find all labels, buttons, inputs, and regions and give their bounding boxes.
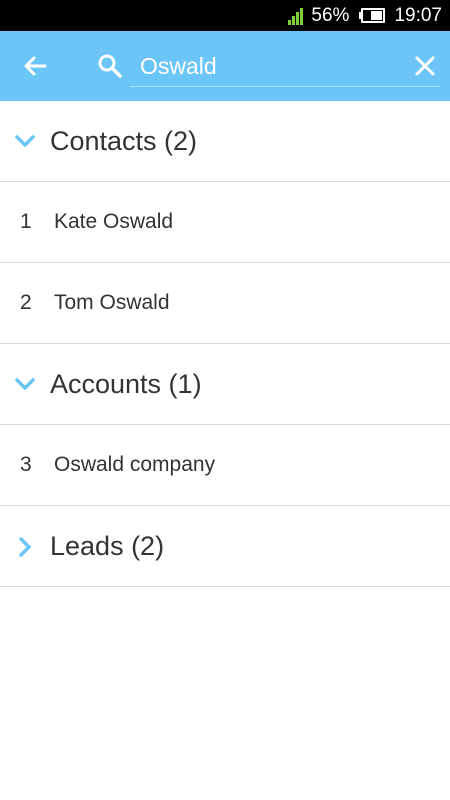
- section-title: Leads (2): [50, 530, 165, 561]
- list-item-kate-oswald[interactable]: 1 Kate Oswald: [0, 182, 450, 263]
- list-item-oswald-company[interactable]: 3 Oswald company: [0, 425, 450, 506]
- search-icon: [98, 54, 122, 78]
- signal-icon: [288, 7, 304, 25]
- section-header-accounts[interactable]: Accounts (1): [0, 344, 450, 425]
- status-time: 19:07: [394, 4, 442, 26]
- back-arrow-icon[interactable]: [20, 51, 50, 81]
- search-toolbar: [0, 31, 450, 101]
- chevron-down-icon: [15, 378, 35, 390]
- section-header-contacts[interactable]: Contacts (2): [0, 101, 450, 182]
- item-number: 3: [20, 453, 32, 476]
- list-item-tom-oswald[interactable]: 2 Tom Oswald: [0, 263, 450, 344]
- chevron-down-icon: [15, 135, 35, 147]
- chevron-right-icon: [19, 537, 31, 557]
- section-header-leads[interactable]: Leads (2): [0, 506, 450, 587]
- results-list: Contacts (2) 1 Kate Oswald 2 Tom Oswald …: [0, 101, 450, 587]
- search-input[interactable]: [130, 47, 440, 87]
- item-number: 2: [20, 291, 32, 314]
- close-icon[interactable]: [412, 53, 438, 79]
- item-name: Tom Oswald: [54, 291, 170, 314]
- item-name: Kate Oswald: [54, 210, 174, 233]
- status-bar: 56% 19:07: [0, 0, 450, 31]
- item-name: Oswald company: [54, 453, 216, 476]
- section-title: Contacts (2): [50, 125, 198, 156]
- section-title: Accounts (1): [50, 368, 202, 399]
- item-number: 1: [20, 210, 32, 233]
- battery-icon: [359, 8, 386, 23]
- battery-percentage: 56%: [311, 4, 350, 26]
